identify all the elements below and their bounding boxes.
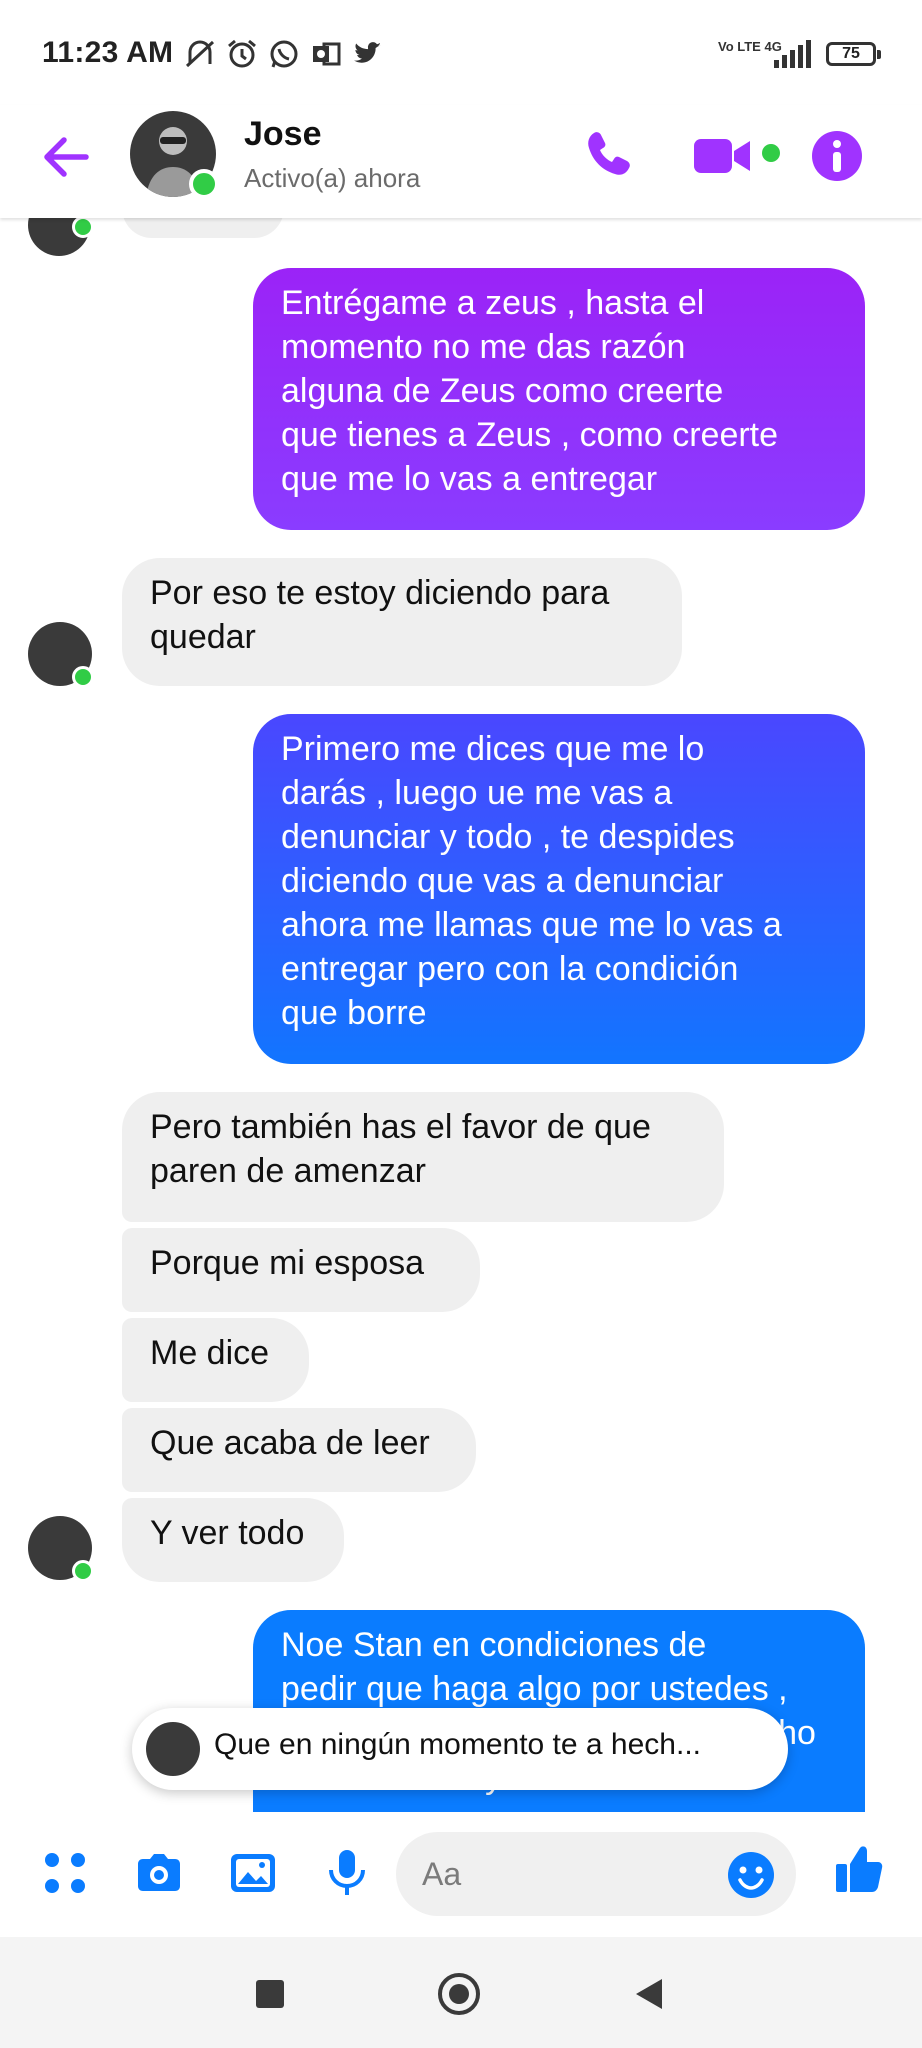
camera-icon[interactable] [132,1846,186,1900]
thumbs-up-icon[interactable] [832,1842,886,1896]
outlook-icon [313,42,341,66]
message-bubble-received[interactable]: Pero también has el favor de que paren d… [122,1092,724,1222]
online-indicator [189,169,219,199]
recents-square-icon[interactable] [256,1980,284,2008]
message-bubble-sent[interactable]: Primero me dices que me lo darás , luego… [253,714,865,1064]
muted-vibrate-icon [185,40,215,68]
arrow-left-icon[interactable] [36,127,96,187]
alarm-icon [228,39,256,68]
whatsapp-icon [270,40,298,68]
message-bubble-received[interactable]: Y ver todo [122,1498,344,1582]
message-bubble-partial [122,218,284,238]
signal-icon [774,40,811,68]
battery-indicator: 75 [826,42,881,66]
message-composer: Aa [0,1812,922,1937]
twitter-icon [354,42,381,63]
message-bubble-received[interactable]: Me dice [122,1318,309,1402]
input-placeholder: Aa [422,1856,462,1892]
back-triangle-icon[interactable] [632,1977,666,2011]
online-indicator [72,1560,94,1582]
conversation-header: Jose Activo(a) ahora [0,105,922,218]
preview-text: Que en ningún momento te a hech... [214,1728,701,1761]
home-circle-icon[interactable] [438,1973,480,2015]
contact-name[interactable]: Jose [244,115,322,154]
system-nav-bar [0,1937,922,2048]
message-bubble-received[interactable]: Que acaba de leer [122,1408,476,1492]
apps-icon[interactable] [38,1846,92,1900]
message-input[interactable]: Aa [396,1832,796,1916]
online-indicator [72,218,94,238]
microphone-icon[interactable] [320,1846,374,1900]
online-indicator [72,666,94,688]
video-active-dot [762,144,780,162]
status-bar: 11:23 AM Vo LTE 4G 75 [0,0,922,105]
message-list[interactable]: Entrégame a zeus , hasta el momento no m… [0,218,922,1812]
emoji-icon[interactable] [726,1850,776,1900]
contact-status: Activo(a) ahora [244,163,421,193]
message-bubble-sent[interactable]: Entrégame a zeus , hasta el momento no m… [253,268,865,530]
video-camera-icon[interactable] [692,131,754,181]
info-icon[interactable] [808,127,866,185]
message-bubble-received[interactable]: Por eso te estoy diciendo para quedar [122,558,682,686]
message-bubble-received[interactable]: Porque mi esposa [122,1228,480,1312]
gallery-icon[interactable] [226,1846,280,1900]
phone-icon[interactable] [580,127,638,185]
new-message-preview[interactable]: Que en ningún momento te a hech... [132,1708,788,1790]
status-time: 11:23 AM [42,36,174,69]
avatar [146,1722,200,1776]
